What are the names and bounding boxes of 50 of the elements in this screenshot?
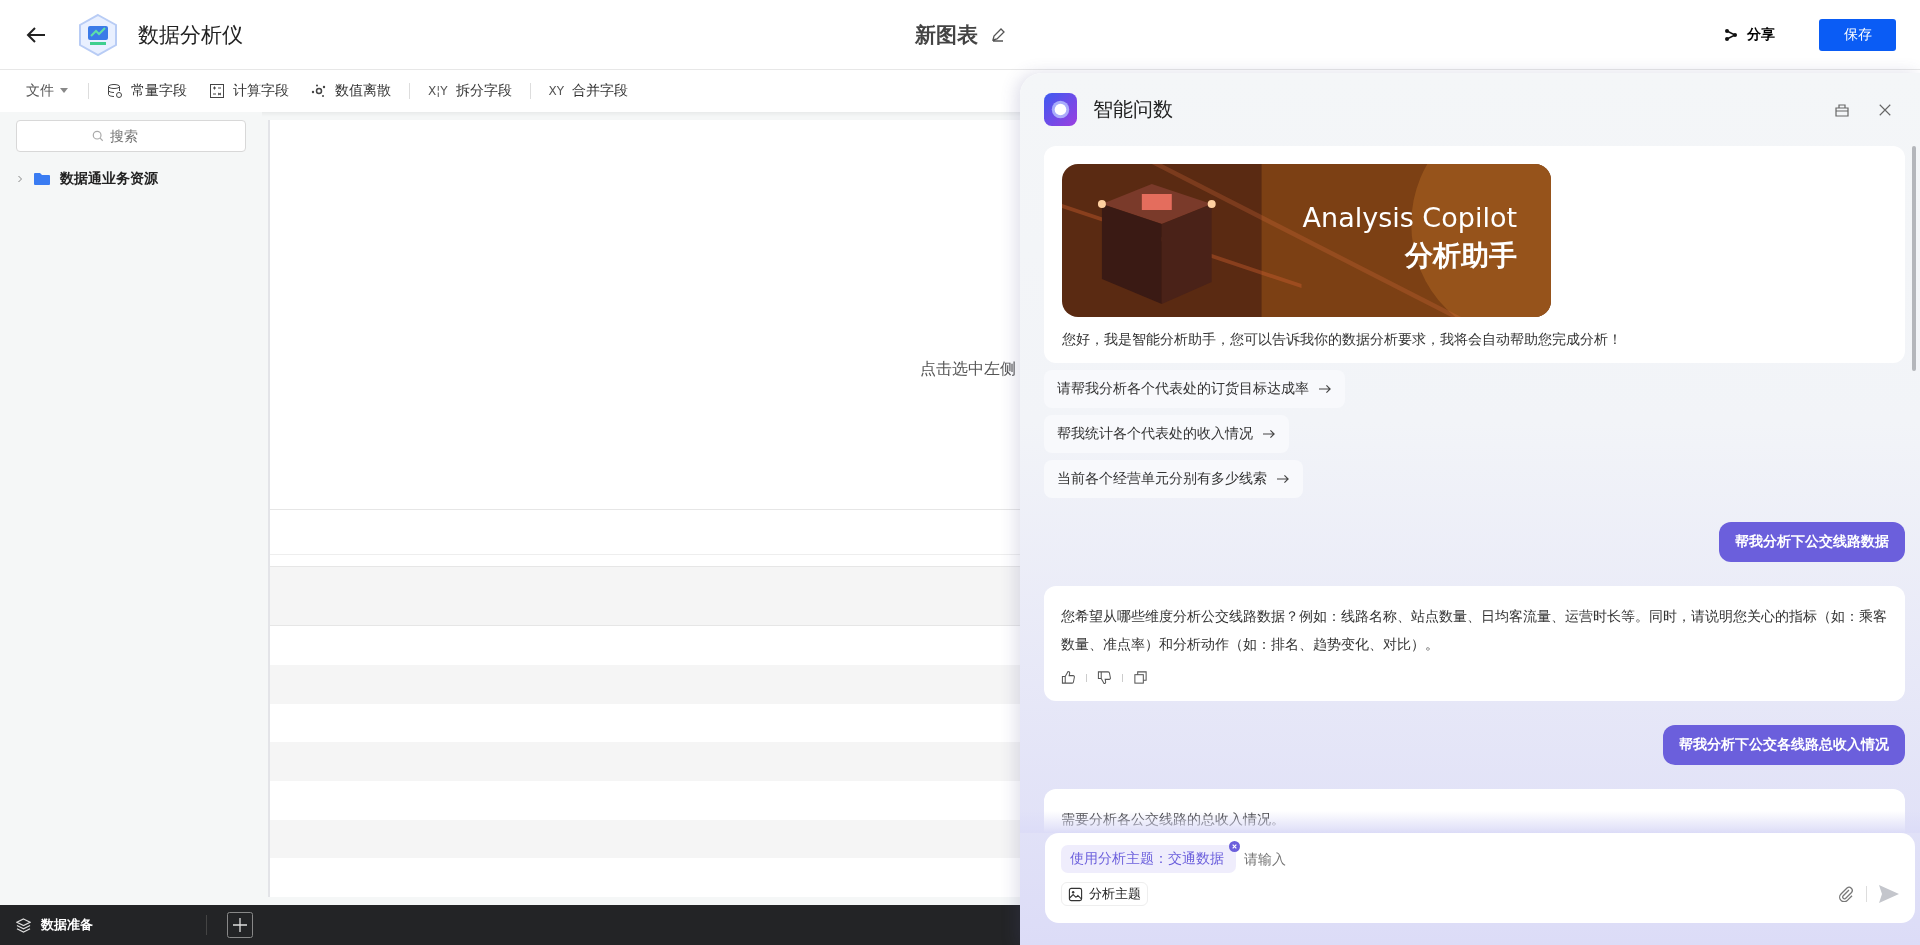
- toolbar-button[interactable]: X¦Y 拆分字段: [424, 82, 516, 100]
- reply-text: 您希望从哪些维度分析公交线路数据？例如：线路名称、站点数量、日均客流量、运营时长等。同时，请说明您关心的指标（如：乘客数量、准点率）和分析动作（如：排名、趋势变化、对比）。: [1061, 607, 1888, 654]
- thumbs-up-icon[interactable]: [1061, 670, 1076, 685]
- save-button[interactable]: 保存: [1819, 18, 1896, 51]
- file-menu[interactable]: 文件: [20, 81, 74, 101]
- share-button[interactable]: 分享: [1718, 24, 1781, 45]
- arrow-right-icon: [1263, 429, 1276, 439]
- edit-icon[interactable]: [989, 26, 1006, 43]
- chart-name: 新图表: [914, 21, 978, 49]
- assistant-logo-icon: [1044, 93, 1077, 126]
- database-icon: [107, 83, 123, 99]
- calculator-icon: [209, 83, 225, 99]
- share-icon: [1724, 27, 1738, 42]
- topic-button[interactable]: 分析主题: [1061, 882, 1148, 906]
- reply-text: 需要分析各公交线路的总收入情况。: [1061, 810, 1286, 829]
- user-message: 帮我分析下公交线路数据: [1719, 522, 1905, 562]
- search-icon: [92, 130, 104, 142]
- banner-title: Analysis Copilot: [1302, 202, 1517, 233]
- arrow-right-icon: [1277, 474, 1290, 484]
- toolbar-button[interactable]: 计算字段: [205, 82, 293, 100]
- toolbar-button[interactable]: 数值离散: [307, 82, 395, 100]
- paperclip-icon[interactable]: [1838, 886, 1854, 902]
- copy-icon[interactable]: [1133, 670, 1148, 685]
- suggestion-chip[interactable]: 当前各个经营单元分别有多少线索: [1044, 460, 1303, 498]
- app-title: 数据分析仪: [138, 21, 243, 49]
- user-message: 帮我分析下公交各线路总收入情况: [1663, 725, 1905, 765]
- app-logo-icon: [76, 12, 120, 57]
- toolbar-button[interactable]: XY 合并字段: [544, 82, 633, 100]
- search-field[interactable]: 搜索: [16, 120, 246, 152]
- remove-tag-icon[interactable]: [1229, 841, 1240, 852]
- suggestion-chip[interactable]: 请帮我分析各个代表处的订货目标达成率: [1044, 370, 1345, 408]
- toolbox-icon[interactable]: [1834, 101, 1850, 118]
- close-icon[interactable]: [1878, 102, 1892, 117]
- caret-icon: [60, 88, 68, 94]
- greeting-text: 您好，我是智能分析助手，您可以告诉我你的数据分析要求，我将会自动帮助您完成分析！: [1062, 331, 1623, 349]
- thumbs-down-icon[interactable]: [1097, 670, 1112, 685]
- toolbar-button[interactable]: 常量字段: [103, 82, 191, 100]
- chat-input[interactable]: 请输入: [1242, 850, 1899, 868]
- folder-icon: [34, 172, 50, 186]
- sheet-tab[interactable]: 数据准备: [0, 916, 206, 934]
- arrow-right-icon: [1319, 384, 1332, 394]
- layers-icon: [16, 917, 31, 933]
- empty-hint: 点击选中左侧: [920, 359, 1016, 380]
- banner-subtitle: 分析助手: [1405, 238, 1517, 274]
- add-sheet-icon[interactable]: [227, 912, 253, 938]
- suggestion-chip[interactable]: 帮我统计各个代表处的收入情况: [1044, 415, 1289, 453]
- tree-item[interactable]: 数据通业务资源: [16, 170, 246, 188]
- panel-title: 智能问数: [1093, 96, 1174, 123]
- image-icon: [1068, 886, 1083, 902]
- scatter-icon: [311, 83, 327, 99]
